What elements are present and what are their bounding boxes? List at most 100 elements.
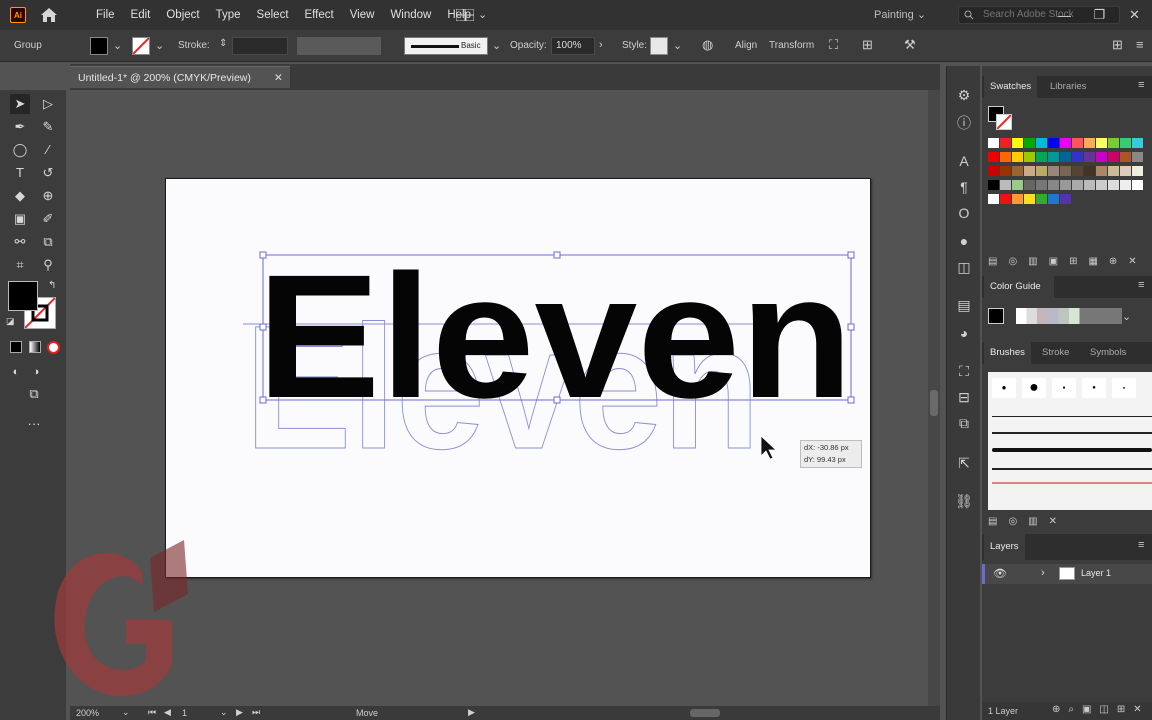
color-swatch[interactable] <box>1108 180 1119 190</box>
stroke-weight-field[interactable] <box>232 37 288 55</box>
color-swatch[interactable] <box>1060 166 1071 176</box>
color-swatch[interactable] <box>1036 152 1047 162</box>
home-icon[interactable] <box>40 7 58 23</box>
paragraph-icon[interactable]: ¶ <box>955 178 973 196</box>
color-swatch[interactable] <box>1024 166 1035 176</box>
color-swatch[interactable] <box>1036 194 1047 204</box>
color-swatch[interactable] <box>1132 138 1143 148</box>
draw-behind-icon[interactable]: ◑ <box>26 362 46 382</box>
color-swatch[interactable] <box>1024 138 1035 148</box>
color-swatch[interactable] <box>1048 138 1059 148</box>
vertical-scrollbar[interactable] <box>928 90 940 706</box>
brush-tip-dot[interactable]: ● <box>1112 378 1136 398</box>
color-swatch[interactable] <box>1060 194 1071 204</box>
color-swatch[interactable] <box>1060 138 1071 148</box>
tab-color-guide[interactable]: Color Guide <box>984 276 1054 298</box>
paintbrush-tool-icon[interactable]: ∕ <box>38 140 58 160</box>
harmony-colors-strip[interactable] <box>1016 308 1122 324</box>
color-swatch[interactable] <box>988 166 999 176</box>
artwork-layer[interactable]: Eleven Eleven <box>165 178 871 578</box>
color-swatch[interactable] <box>1012 180 1023 190</box>
more-tools-icon[interactable]: ··· <box>24 414 44 434</box>
opentype-icon[interactable]: O <box>955 204 973 222</box>
color-swatch[interactable] <box>1084 166 1095 176</box>
color-swatch[interactable] <box>1048 194 1059 204</box>
screen-mode-icon[interactable]: ⧉ <box>24 384 44 404</box>
swatch-panel-actions[interactable]: ▤◎▥▣⊞▦⊕✕ <box>988 256 1148 268</box>
color-swatch[interactable] <box>1036 166 1047 176</box>
menu-view[interactable]: View <box>342 0 383 30</box>
blend-tool-icon[interactable]: ⚯ <box>10 232 30 252</box>
color-swatch[interactable] <box>1060 180 1071 190</box>
brush-stroke-calligraphic[interactable] <box>992 468 1152 470</box>
color-swatch[interactable] <box>1096 180 1107 190</box>
handle-bottom-right[interactable] <box>847 396 855 404</box>
color-swatch[interactable] <box>1048 152 1059 162</box>
menu-window[interactable]: Window <box>382 0 439 30</box>
brush-tip-small[interactable]: ● <box>992 378 1016 398</box>
tab-stroke[interactable]: Stroke <box>1036 342 1075 364</box>
color-swatch[interactable] <box>1096 166 1107 176</box>
color-mode-icon[interactable] <box>10 341 22 353</box>
brush-tip-tiny[interactable]: ● <box>1052 378 1076 398</box>
handle-bottom-left[interactable] <box>259 396 267 404</box>
status-menu-icon[interactable]: ▶ <box>468 707 475 718</box>
panel-menu-icon[interactable]: ≡ <box>1138 79 1144 91</box>
eye-icon[interactable]: 👁 <box>993 567 1007 580</box>
tab-libraries[interactable]: Libraries <box>1044 76 1092 98</box>
color-swatch[interactable] <box>1108 166 1119 176</box>
layers-actions[interactable]: ⊕⌕▣◫⊞✕ <box>1052 704 1150 715</box>
brush-stroke-pencil[interactable] <box>992 482 1152 484</box>
pathfinder-icon[interactable]: ⧉ <box>955 414 973 432</box>
fill-color-swatch-front[interactable] <box>8 281 38 311</box>
scroll-thumb[interactable] <box>930 390 938 416</box>
color-swatch[interactable] <box>1000 180 1011 190</box>
transparency-icon[interactable]: ◫ <box>955 258 973 276</box>
menu-select[interactable]: Select <box>249 0 297 30</box>
eyedropper-tool-icon[interactable]: ✐ <box>38 209 58 229</box>
color-swatch[interactable] <box>1000 194 1011 204</box>
color-swatch[interactable] <box>1132 166 1143 176</box>
color-swatch[interactable] <box>1048 166 1059 176</box>
graphic-style-swatch[interactable] <box>650 37 668 55</box>
none-mode-icon[interactable] <box>47 341 60 354</box>
color-swatch[interactable] <box>1120 152 1131 162</box>
variable-width-profile[interactable] <box>297 37 381 55</box>
menu-type[interactable]: Type <box>208 0 249 30</box>
color-swatch[interactable] <box>1012 194 1023 204</box>
info-icon[interactable]: ⓘ <box>955 114 973 132</box>
color-swatch[interactable] <box>1132 152 1143 162</box>
color-swatch[interactable] <box>1060 152 1071 162</box>
menu-edit[interactable]: Edit <box>123 0 159 30</box>
menu-object[interactable]: Object <box>158 0 207 30</box>
brush-panel-actions[interactable]: ▤◎▥✕ <box>988 516 1148 528</box>
chevron-right-icon[interactable]: › <box>1041 567 1045 579</box>
chevron-down-icon[interactable]: ⌄ <box>1122 310 1131 323</box>
minimize-icon[interactable]: — <box>1047 8 1082 23</box>
color-swatch[interactable] <box>1072 180 1083 190</box>
brush-library[interactable]: ● ● ● ● ● <box>988 372 1152 510</box>
tab-symbols[interactable]: Symbols <box>1084 342 1132 364</box>
rotate-tool-icon[interactable]: ↺ <box>38 163 58 183</box>
export-icon[interactable]: ⇱ <box>955 454 973 472</box>
color-swatch[interactable] <box>1024 194 1035 204</box>
chevron-down-icon[interactable]: ⌄ <box>673 39 682 52</box>
color-swatch[interactable] <box>988 194 999 204</box>
isolate-group-icon[interactable]: ⊞ <box>862 37 873 53</box>
gradient-panel-icon[interactable]: ▤ <box>955 296 973 314</box>
layer-row[interactable]: 👁 › Layer 1 <box>982 564 1152 584</box>
artwork-text[interactable]: Eleven <box>257 239 853 435</box>
color-swatch[interactable] <box>1000 166 1011 176</box>
color-swatch[interactable] <box>1108 152 1119 162</box>
menu-effect[interactable]: Effect <box>297 0 342 30</box>
transform-panel-icon[interactable]: ⛶ <box>955 362 973 380</box>
direct-selection-tool-icon[interactable]: ▷ <box>38 94 58 114</box>
close-icon[interactable]: ✕ <box>274 67 283 89</box>
handle-top-left[interactable] <box>259 251 267 259</box>
arrange-documents-button[interactable]: ⌄ <box>456 8 487 21</box>
color-swatch[interactable] <box>1096 138 1107 148</box>
curvature-tool-icon[interactable]: ✎ <box>38 117 58 137</box>
swatch-stroke-indicator[interactable] <box>996 114 1012 130</box>
chevron-down-icon[interactable]: ⌄ <box>220 707 228 718</box>
swap-colors-icon[interactable]: ↰ <box>48 280 56 291</box>
